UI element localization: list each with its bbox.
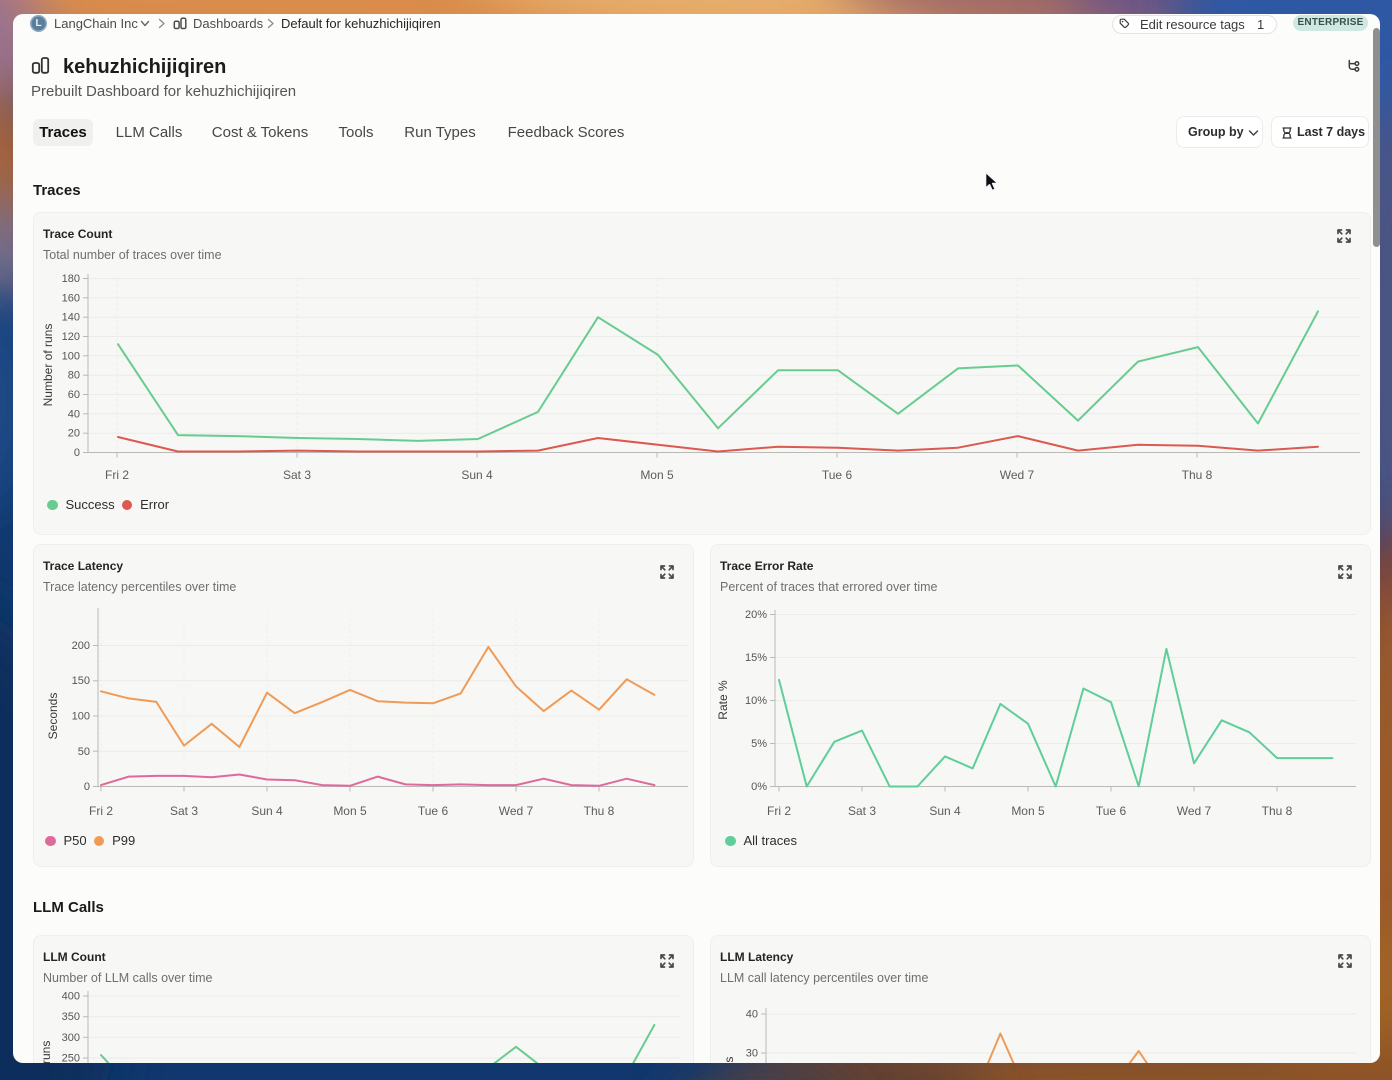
svg-text:Wed 7: Wed 7 — [1177, 804, 1212, 818]
svg-text:5%: 5% — [751, 738, 767, 750]
svg-text:Mon 5: Mon 5 — [1011, 804, 1045, 818]
svg-text:Sun 4: Sun 4 — [929, 804, 961, 818]
svg-text:Tue 6: Tue 6 — [1096, 804, 1127, 818]
svg-text:80: 80 — [68, 370, 80, 382]
svg-text:Sat 3: Sat 3 — [848, 804, 876, 818]
svg-text:Mon 5: Mon 5 — [640, 468, 674, 482]
svg-text:Number of runs: Number of runs — [39, 1041, 53, 1063]
svg-text:Sun 4: Sun 4 — [251, 804, 283, 818]
svg-text:50: 50 — [78, 746, 90, 758]
svg-text:Mon 5: Mon 5 — [333, 804, 367, 818]
svg-text:30: 30 — [746, 1048, 758, 1060]
svg-text:40: 40 — [746, 1009, 758, 1021]
svg-text:180: 180 — [62, 273, 80, 285]
svg-text:120: 120 — [62, 331, 80, 343]
svg-text:150: 150 — [72, 675, 90, 687]
svg-text:160: 160 — [62, 292, 80, 304]
svg-text:140: 140 — [62, 312, 80, 324]
svg-text:300: 300 — [62, 1032, 80, 1044]
svg-text:200: 200 — [72, 640, 90, 652]
svg-text:Number of runs: Number of runs — [41, 324, 55, 407]
svg-text:0: 0 — [74, 447, 80, 459]
svg-text:Fri 2: Fri 2 — [105, 468, 129, 482]
svg-text:Thu 8: Thu 8 — [584, 804, 615, 818]
svg-text:400: 400 — [62, 991, 80, 1003]
svg-text:Sat 3: Sat 3 — [283, 468, 311, 482]
svg-text:40: 40 — [68, 408, 80, 420]
svg-text:Fri 2: Fri 2 — [89, 804, 113, 818]
svg-text:Seconds: Seconds — [722, 1057, 736, 1063]
svg-text:Wed 7: Wed 7 — [499, 804, 534, 818]
svg-text:100: 100 — [62, 350, 80, 362]
svg-text:0%: 0% — [751, 781, 767, 793]
svg-text:350: 350 — [62, 1011, 80, 1023]
svg-text:Tue 6: Tue 6 — [822, 468, 853, 482]
svg-text:60: 60 — [68, 389, 80, 401]
svg-text:250: 250 — [62, 1053, 80, 1064]
svg-text:Sat 3: Sat 3 — [170, 804, 198, 818]
svg-text:Fri 2: Fri 2 — [767, 804, 791, 818]
svg-text:100: 100 — [72, 711, 90, 723]
svg-text:10%: 10% — [745, 695, 767, 707]
svg-text:20%: 20% — [745, 609, 767, 621]
svg-text:15%: 15% — [745, 652, 767, 664]
svg-text:Wed 7: Wed 7 — [1000, 468, 1035, 482]
svg-text:20: 20 — [68, 428, 80, 440]
svg-text:0: 0 — [84, 781, 90, 793]
svg-text:Sun 4: Sun 4 — [461, 468, 493, 482]
svg-text:Tue 6: Tue 6 — [418, 804, 449, 818]
svg-text:Rate %: Rate % — [716, 680, 730, 720]
svg-text:Seconds: Seconds — [46, 693, 60, 740]
svg-text:Thu 8: Thu 8 — [1182, 468, 1213, 482]
svg-text:Thu 8: Thu 8 — [1262, 804, 1293, 818]
